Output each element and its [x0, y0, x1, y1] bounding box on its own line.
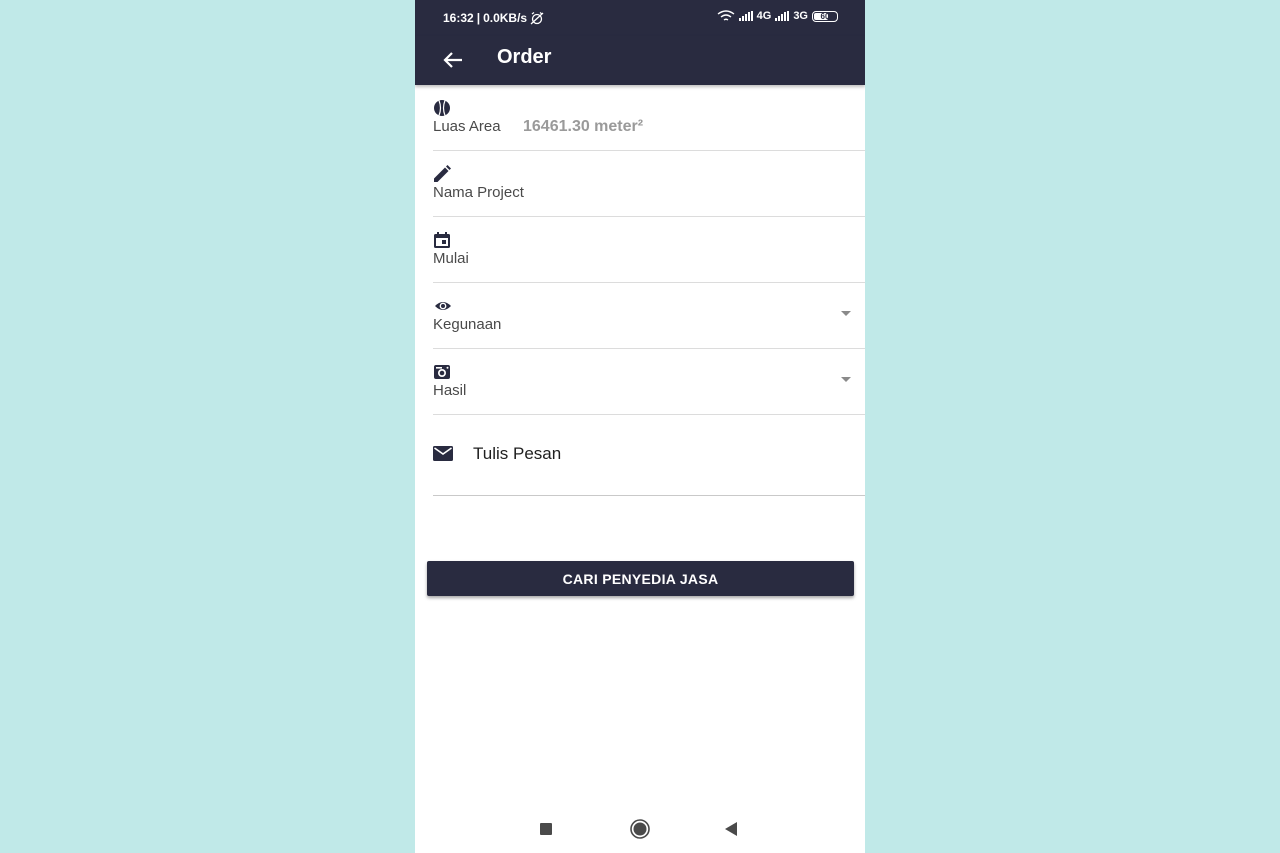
mulai-label: Mulai [433, 250, 469, 267]
camera-icon [434, 365, 450, 379]
message-placeholder: Tulis Pesan [473, 444, 562, 463]
home-button[interactable] [629, 818, 651, 840]
status-time: 16:32 [443, 11, 474, 25]
status-right: 4G 3G 60 [717, 10, 838, 22]
calendar-icon [434, 232, 450, 248]
nama-project-field[interactable]: Nama Project [433, 151, 865, 217]
status-net-speed: 0.0KB/s [483, 11, 528, 25]
circle-icon [630, 819, 650, 839]
ball-icon [434, 100, 450, 116]
status-left: 16:32 | 0.0KB/s [443, 11, 544, 25]
battery-icon: 60 [812, 10, 838, 22]
pencil-icon [434, 165, 451, 182]
message-input[interactable]: Tulis Pesan [433, 415, 865, 496]
network-type-1: 4G [756, 10, 772, 22]
kegunaan-dropdown[interactable]: Kegunaan [433, 283, 865, 349]
back-button[interactable] [439, 46, 467, 74]
system-back-button[interactable] [720, 818, 742, 840]
luas-area-field: Luas Area 16461.30 meter² [433, 85, 865, 151]
luas-area-value: 16461.30 meter² [523, 118, 644, 135]
hasil-label: Hasil [433, 382, 467, 399]
signal-icon-1 [738, 11, 753, 21]
luas-area-label: Luas Area [433, 118, 501, 135]
eye-icon [435, 302, 451, 310]
chevron-down-icon[interactable] [841, 311, 851, 316]
arrow-left-icon [443, 52, 462, 68]
battery-level: 60 [820, 11, 830, 21]
app-bar: Order [415, 36, 865, 85]
triangle-back-icon [725, 822, 737, 836]
recent-apps-button[interactable] [535, 818, 557, 840]
mail-icon [433, 446, 453, 461]
wifi-icon [717, 10, 735, 21]
chevron-down-icon[interactable] [841, 377, 851, 382]
nama-project-label: Nama Project [433, 184, 524, 201]
kegunaan-label: Kegunaan [433, 316, 502, 333]
alarm-off-icon [530, 11, 544, 24]
square-icon [540, 823, 552, 835]
page-title: Order [497, 46, 552, 68]
phone-screen: 16:32 | 0.0KB/s 4G 3G 60 Order Luas Area… [415, 0, 865, 853]
signal-icon-2 [775, 11, 790, 21]
status-bar: 16:32 | 0.0KB/s 4G 3G 60 [415, 0, 865, 36]
search-provider-button[interactable]: CARI PENYEDIA JASA [427, 561, 854, 596]
status-separator: | [476, 11, 481, 25]
mulai-field[interactable]: Mulai [433, 217, 865, 283]
system-nav-bar [415, 805, 865, 853]
network-type-2: 3G [793, 10, 808, 22]
hasil-dropdown[interactable]: Hasil [433, 349, 865, 415]
